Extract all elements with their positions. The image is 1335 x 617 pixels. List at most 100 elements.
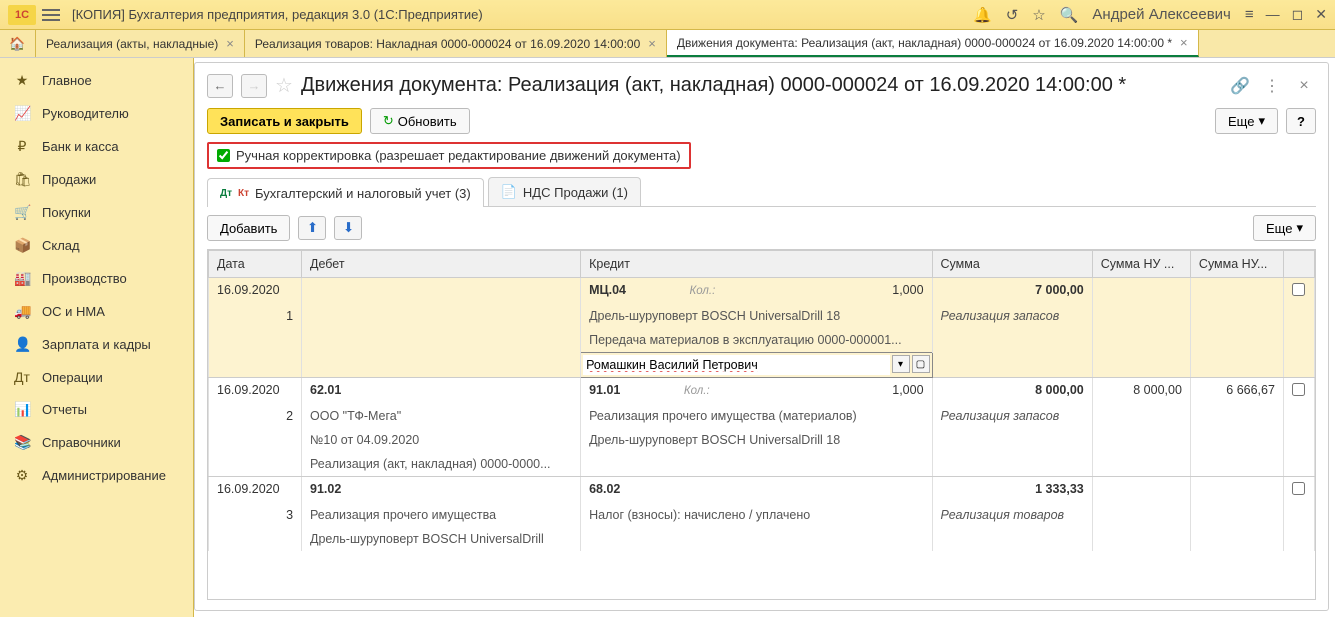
tab-close-icon[interactable]: × [226,36,234,51]
sidebar-item-warehouse[interactable]: 📦Склад [0,229,193,262]
credit-line[interactable]: Передача материалов в эксплуатацию 0000-… [581,328,932,353]
maximize-icon[interactable]: ◻ [1292,6,1304,23]
tab-vat-sales[interactable]: 📄 НДС Продажи (1) [488,177,641,206]
grid-row[interactable]: 1 Дрель-шуруповерт BOSCH UniversalDrill … [209,304,1315,328]
grid-row[interactable]: 2 ООО "ТФ-Мега" Реализация прочего имуще… [209,404,1315,428]
bell-icon[interactable]: 🔔 [973,6,992,24]
sidebar-item-admin[interactable]: ⚙Администрирование [0,459,193,492]
debit-line[interactable]: Реализация прочего имущества [302,503,581,527]
tab-close-icon[interactable]: × [1180,35,1188,50]
col-debit[interactable]: Дебет [302,251,581,278]
doc-tab-2[interactable]: Движения документа: Реализация (акт, нак… [667,30,1199,57]
credit-line[interactable]: Дрель-шуруповерт BOSCH UniversalDrill 18 [581,428,932,452]
sidebar-item-main[interactable]: ★Главное [0,64,193,97]
nav-fwd-button[interactable]: → [241,74,267,98]
credit-line[interactable]: Реализация прочего имущества (материалов… [581,404,932,428]
tab-accounting[interactable]: ДтКт Бухгалтерский и налоговый учет (3) [207,178,484,207]
refresh-button[interactable]: Обновить [370,108,470,134]
col-check[interactable] [1283,251,1314,278]
history-icon[interactable]: ↺ [1006,6,1019,24]
cell-date[interactable]: 16.09.2020 [209,278,302,305]
close-panel-icon[interactable]: × [1292,74,1316,98]
cell-date[interactable]: 16.09.2020 [209,378,302,405]
cell-nu1[interactable]: 8 000,00 [1092,378,1190,405]
sidebar-item-manager[interactable]: 📈Руководителю [0,97,193,130]
cell-n[interactable]: 3 [209,503,302,527]
col-date[interactable]: Дата [209,251,302,278]
minimize-icon[interactable]: — [1266,6,1280,23]
manual-edit-checkbox[interactable]: Ручная корректировка (разрешает редактир… [207,142,691,169]
cell-credit-top[interactable]: МЦ.04 Кол.: 1,000 [581,278,932,305]
sidebar-item-sales[interactable]: 🛍Продажи [0,163,193,196]
burger-menu[interactable] [42,9,60,21]
sidebar-item-purchases[interactable]: 🛒Покупки [0,196,193,229]
cell-n[interactable]: 1 [209,304,302,328]
col-sum-nu1[interactable]: Сумма НУ ... [1092,251,1190,278]
tab-close-icon[interactable]: × [648,36,656,51]
cell-date[interactable]: 16.09.2020 [209,477,302,504]
nav-back-button[interactable]: ← [207,74,233,98]
debit-line[interactable]: Реализация (акт, накладная) 0000-0000... [302,452,581,477]
grid-row[interactable]: Реализация (акт, накладная) 0000-0000... [209,452,1315,477]
row-checkbox[interactable] [1292,482,1305,495]
sidebar-item-production[interactable]: 🏭Производство [0,262,193,295]
doc-tab-1[interactable]: Реализация товаров: Накладная 0000-00002… [245,30,667,57]
cell-sum[interactable]: 1 333,33 [932,477,1092,504]
add-button[interactable]: Добавить [207,215,290,241]
cell-sum[interactable]: 8 000,00 [932,378,1092,405]
debit-acc[interactable]: 91.02 [302,477,581,504]
edit-input[interactable] [583,355,889,375]
col-sum-nu2[interactable]: Сумма НУ... [1190,251,1283,278]
dropdown-button[interactable]: ▾ [892,355,910,373]
sidebar-item-assets[interactable]: 🚚ОС и НМА [0,295,193,328]
credit-acc[interactable]: 68.02 [581,477,932,504]
cell-nu1[interactable] [1092,278,1190,305]
favorite-star-icon[interactable]: ☆ [275,73,293,98]
grid-row[interactable]: Дрель-шуруповерт BOSCH UniversalDrill [209,527,1315,551]
cell-comment[interactable]: Реализация запасов [932,404,1092,428]
debit-line[interactable]: Дрель-шуруповерт BOSCH UniversalDrill [302,527,581,551]
cell-debit-acc[interactable] [302,278,581,305]
help-button[interactable]: ? [1286,108,1316,134]
cell-comment[interactable]: Реализация запасов [932,304,1092,328]
grid-row[interactable]: №10 от 04.09.2020 Дрель-шуруповерт BOSCH… [209,428,1315,452]
settings-icon[interactable]: ≡ [1245,6,1254,23]
search-icon[interactable]: 🔍 [1060,6,1079,24]
cell-nu2[interactable] [1190,278,1283,305]
grid-row[interactable]: 16.09.2020 91.02 68.02 1 333,33 [209,477,1315,504]
cell-n[interactable]: 2 [209,404,302,428]
move-down-button[interactable]: ⬇ [334,216,362,240]
credit-line[interactable]: Налог (взносы): начислено / уплачено [581,503,932,527]
user-name[interactable]: Андрей Алексеевич [1092,6,1230,23]
sidebar-item-catalogs[interactable]: 📚Справочники [0,426,193,459]
move-up-button[interactable]: ⬆ [298,216,326,240]
cell-credit-top[interactable]: 91.01 Кол.: 1,000 [581,378,932,405]
link-icon[interactable]: 🔗 [1228,74,1252,98]
sidebar-item-bank[interactable]: ₽Банк и касса [0,130,193,163]
accounting-grid[interactable]: Дата Дебет Кредит Сумма Сумма НУ ... Сум… [207,249,1316,600]
sidebar-item-operations[interactable]: ДтОперации [0,361,193,393]
debit-line[interactable]: ООО "ТФ-Мега" [302,404,581,428]
cell-sum[interactable]: 7 000,00 [932,278,1092,305]
doc-tab-0[interactable]: Реализация (акты, накладные) × [36,30,245,57]
close-icon[interactable]: ✕ [1315,6,1327,23]
grid-more-button[interactable]: Еще ▾ [1253,215,1316,241]
star-icon[interactable]: ☆ [1032,6,1045,24]
cell-debit[interactable] [302,304,581,328]
save-close-button[interactable]: Записать и закрыть [207,108,362,134]
debit-line[interactable]: №10 от 04.09.2020 [302,428,581,452]
more-button[interactable]: Еще ▾ [1215,108,1278,134]
edit-cell[interactable]: ▾ ▢ [581,353,932,378]
col-sum[interactable]: Сумма [932,251,1092,278]
grid-row[interactable]: 3 Реализация прочего имущества Налог (вз… [209,503,1315,527]
grid-row[interactable]: Передача материалов в эксплуатацию 0000-… [209,328,1315,353]
kebab-icon[interactable]: ⋮ [1260,74,1284,98]
col-credit[interactable]: Кредит [581,251,932,278]
cell-check[interactable] [1283,477,1314,504]
manual-edit-input[interactable] [217,149,230,162]
grid-row[interactable]: ▾ ▢ [209,353,1315,378]
home-tab[interactable]: 🏠 [0,30,36,57]
row-checkbox[interactable] [1292,283,1305,296]
sidebar-item-reports[interactable]: 📊Отчеты [0,393,193,426]
open-button[interactable]: ▢ [912,355,930,373]
